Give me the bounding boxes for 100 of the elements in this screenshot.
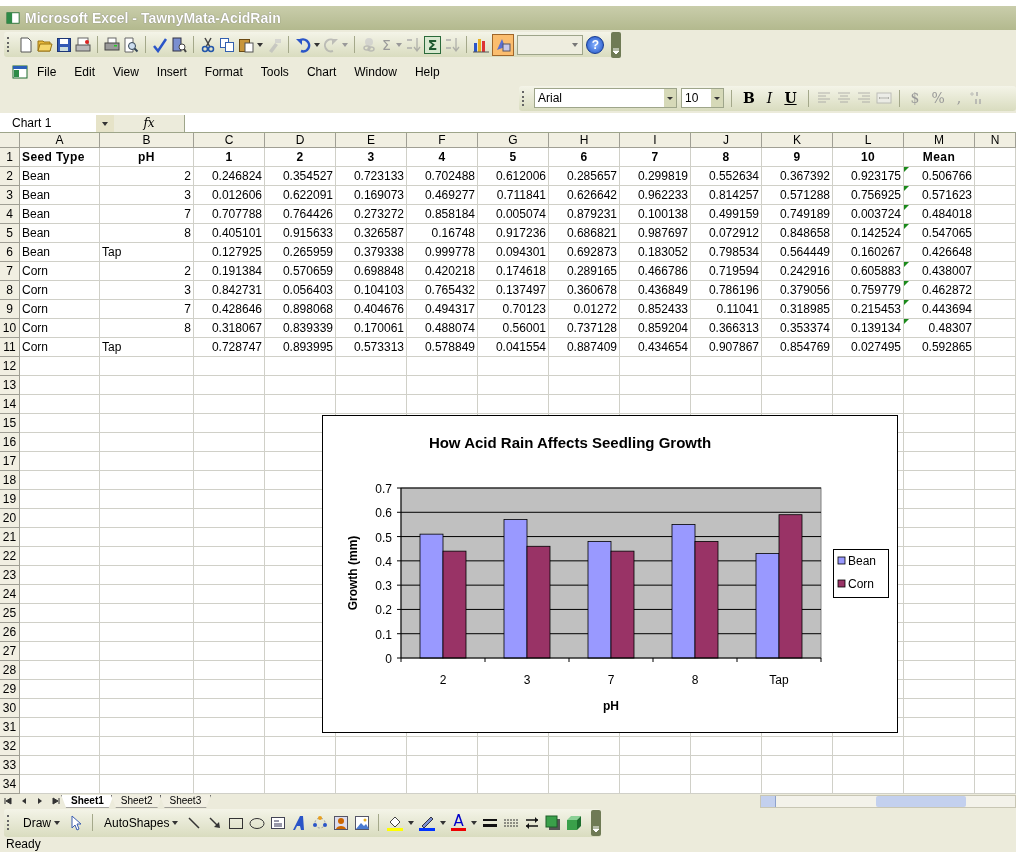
paste-icon[interactable] [238,36,254,53]
column-header[interactable]: D [265,133,336,148]
first-sheet-icon[interactable] [4,797,12,805]
diagram-icon[interactable] [312,814,329,831]
drawing-toggle[interactable] [492,33,515,56]
row-header[interactable]: 8 [0,281,20,300]
toolbar-options-icon[interactable] [611,31,622,58]
menu-item[interactable]: Format [195,65,252,79]
column-header[interactable]: B [100,133,194,148]
column-header[interactable]: M [904,133,975,148]
row-header[interactable]: 15 [0,414,20,433]
name-box-dropdown[interactable] [96,115,114,132]
clip-art-icon[interactable] [333,814,350,831]
menu-item[interactable]: View [104,65,148,79]
row-header[interactable]: 34 [0,775,20,794]
shadow-icon[interactable] [544,814,561,831]
caret-icon[interactable] [257,42,263,47]
row-header[interactable]: 6 [0,243,20,262]
column-header[interactable]: G [478,133,549,148]
column-header[interactable]: C [194,133,265,148]
3d-cube-icon[interactable] [565,814,582,831]
column-header[interactable]: K [762,133,833,148]
column-header[interactable]: I [620,133,691,148]
permission-icon[interactable] [75,36,91,53]
row-header[interactable]: 23 [0,566,20,585]
row-header[interactable]: 13 [0,376,20,395]
row-header[interactable]: 19 [0,490,20,509]
caret-icon[interactable] [314,42,320,47]
spelling-icon[interactable] [152,36,168,53]
row-header[interactable]: 4 [0,205,20,224]
column-header[interactable]: N [975,133,1016,148]
print-preview-icon[interactable] [123,36,139,53]
caret-icon[interactable] [470,820,477,825]
bold-button[interactable]: B [739,90,759,106]
menu-item[interactable]: Window [345,65,406,79]
print-icon[interactable] [104,36,120,53]
row-header[interactable]: 17 [0,452,20,471]
row-header[interactable]: 32 [0,737,20,756]
row-header[interactable]: 1 [0,148,20,167]
cut-icon[interactable] [200,36,216,53]
font-field[interactable]: Arial [534,88,677,108]
new-document-icon[interactable] [18,36,34,53]
row-header[interactable]: 10 [0,319,20,338]
copy-icon[interactable] [219,36,235,53]
sheet-tab[interactable]: Sheet3 [159,794,212,808]
menu-item[interactable]: Insert [147,65,196,79]
menu-item[interactable]: Tools [251,65,298,79]
row-header[interactable]: 27 [0,642,20,661]
previous-sheet-icon[interactable] [20,797,28,805]
sheet-tab[interactable]: Sheet2 [110,794,163,808]
save-icon[interactable] [56,36,72,53]
caret-icon[interactable] [440,820,447,825]
menu-item[interactable]: Chart [297,65,346,79]
text-box-icon[interactable] [270,814,287,831]
row-header[interactable]: 12 [0,357,20,376]
horizontal-scrollbar[interactable] [760,794,1016,808]
row-header[interactable]: 24 [0,585,20,604]
row-header[interactable]: 28 [0,661,20,680]
column-header[interactable]: E [336,133,407,148]
row-header[interactable]: 7 [0,262,20,281]
menu-item[interactable]: Edit [65,65,105,79]
row-header[interactable]: 16 [0,433,20,452]
row-header[interactable]: 30 [0,699,20,718]
row-header[interactable]: 33 [0,756,20,775]
menu-item[interactable]: Help [405,65,449,79]
column-header[interactable]: A [20,133,100,148]
zoom-field[interactable] [517,34,584,55]
row-header[interactable]: 25 [0,604,20,623]
fill-color-icon[interactable] [387,814,404,831]
row-header[interactable]: 29 [0,680,20,699]
toolbar-options-icon[interactable] [590,809,601,836]
workbook-icon[interactable] [12,64,28,80]
row-header[interactable]: 14 [0,395,20,414]
font-size-field[interactable]: 10 [681,88,724,108]
undo-icon[interactable] [295,36,311,53]
chart-wizard-icon[interactable] [473,36,490,53]
row-header[interactable]: 20 [0,509,20,528]
insert-function-label[interactable]: fx [114,115,184,132]
research-icon[interactable] [171,36,187,53]
insert-function-button[interactable]: Σ [423,35,442,54]
italic-button[interactable]: I [762,90,777,106]
row-header[interactable]: 21 [0,528,20,547]
underline-button[interactable]: U [780,90,801,106]
row-header[interactable]: 31 [0,718,20,737]
row-header[interactable]: 3 [0,186,20,205]
row-header[interactable]: 9 [0,300,20,319]
row-header[interactable]: 22 [0,547,20,566]
insert-picture-icon[interactable] [354,814,371,831]
column-header[interactable]: L [833,133,904,148]
sheet-tab[interactable]: Sheet1 [61,794,114,808]
caret-icon[interactable] [408,820,415,825]
line-color-icon[interactable] [419,814,436,831]
row-header[interactable]: 26 [0,623,20,642]
row-header[interactable]: 18 [0,471,20,490]
row-header[interactable]: 11 [0,338,20,357]
draw-menu-button[interactable]: Draw [20,815,63,830]
column-header[interactable]: H [549,133,620,148]
row-header[interactable]: 5 [0,224,20,243]
select-pointer-icon[interactable] [68,814,84,831]
menu-item[interactable]: File [28,65,66,79]
